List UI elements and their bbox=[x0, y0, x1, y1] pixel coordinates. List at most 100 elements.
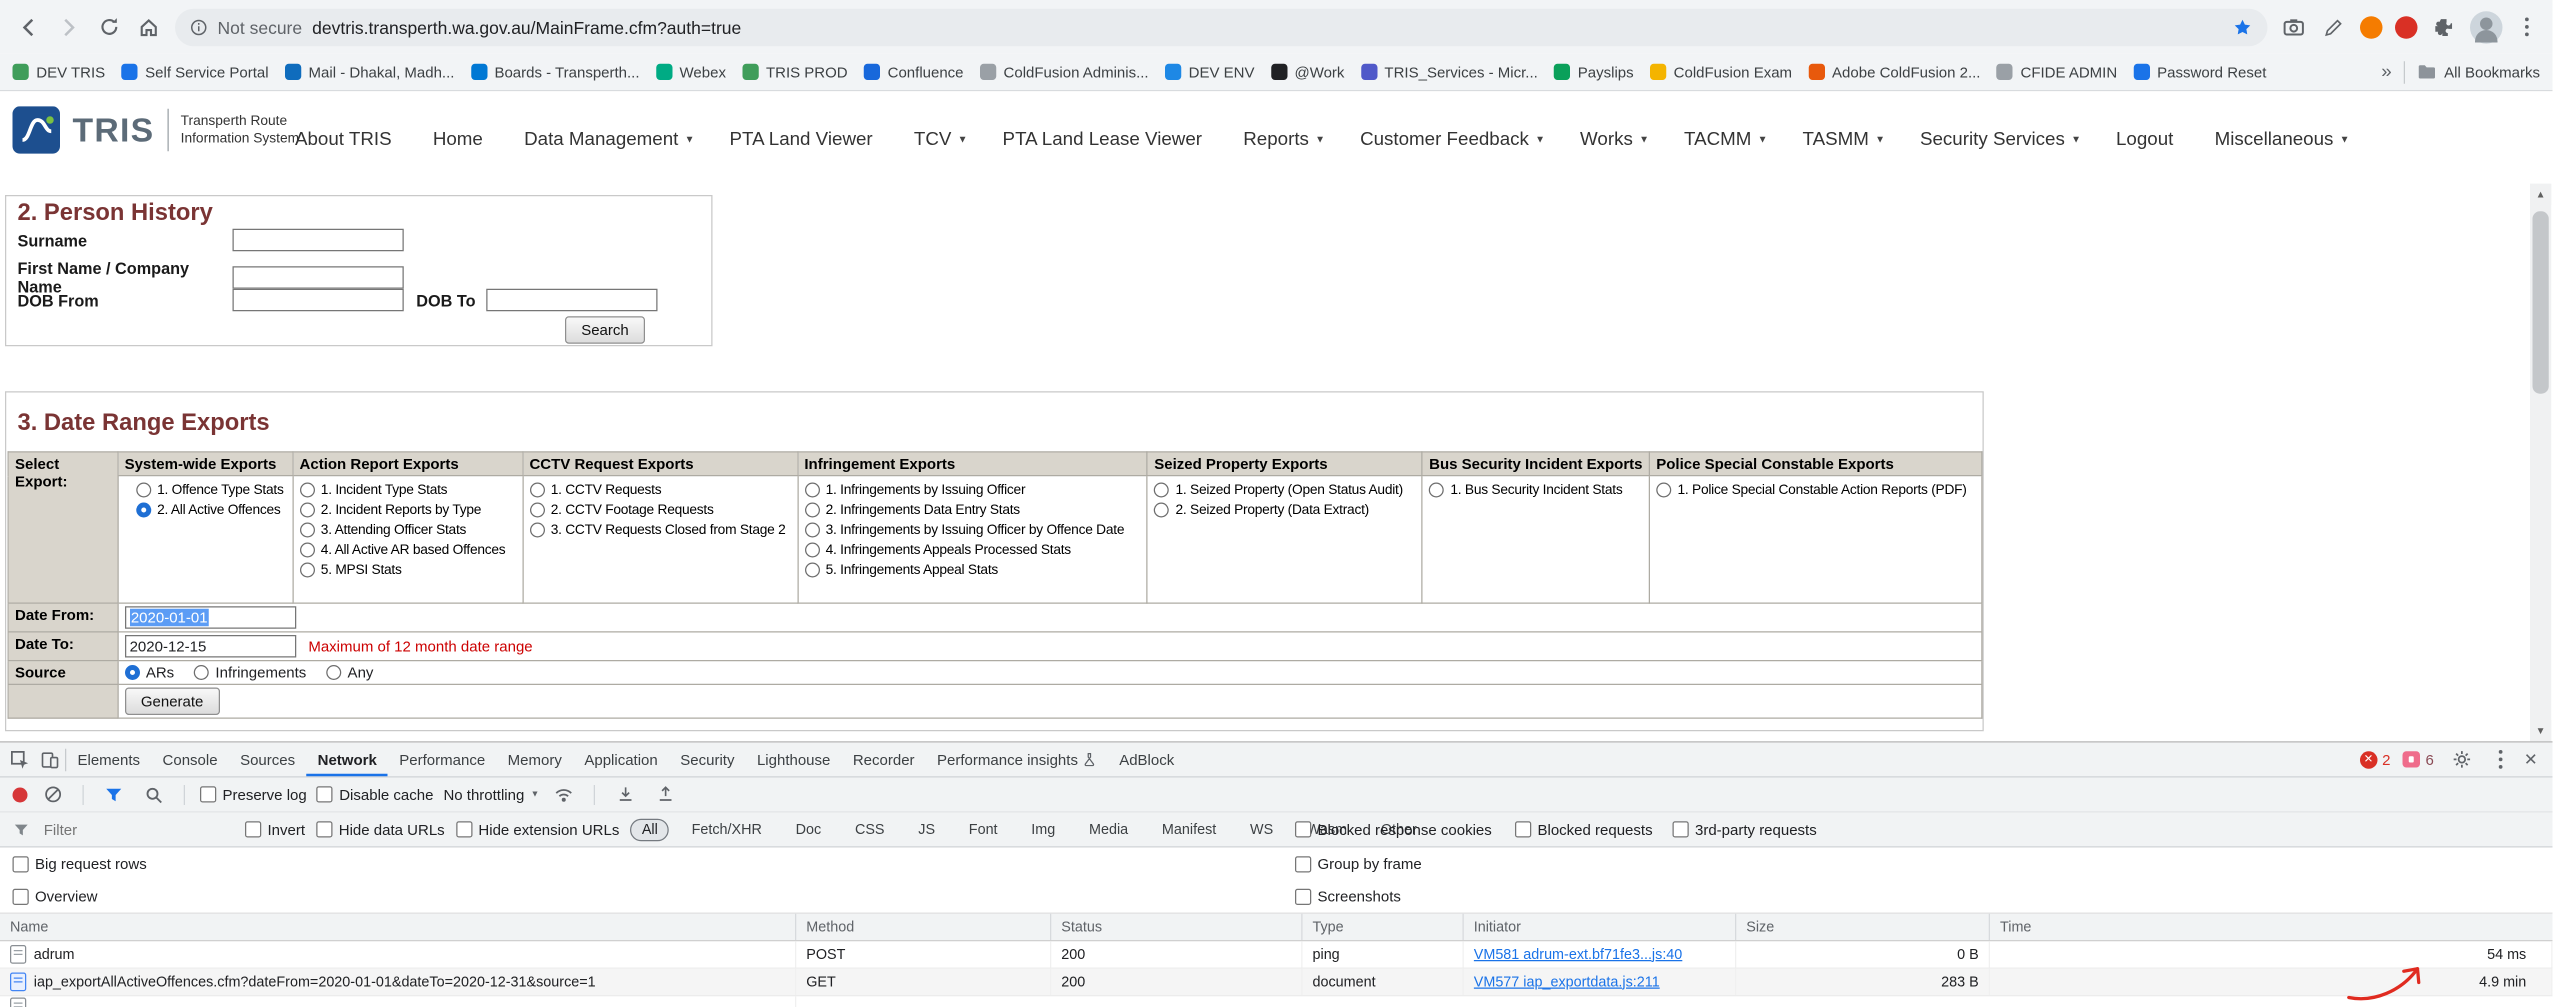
clear-network-log-icon[interactable] bbox=[38, 779, 68, 809]
radio-option[interactable]: 3. Infringements by Issuing Officer by O… bbox=[804, 522, 1140, 538]
nav-tcv[interactable]: TCV ▼ bbox=[914, 129, 968, 150]
tab-performance-insights[interactable]: Performance insights bbox=[926, 743, 1108, 777]
bookmark-item[interactable]: ColdFusion Exam bbox=[1649, 63, 1792, 81]
date-to-input[interactable]: 2020-12-15 bbox=[124, 635, 296, 658]
initiator-link[interactable]: VM581 adrum-ext.bf71fe3...js:40 bbox=[1474, 947, 1683, 962]
record-network-log-button[interactable] bbox=[12, 786, 28, 802]
nav-pta-land-lease-viewer[interactable]: PTA Land Lease Viewer bbox=[1003, 129, 1209, 150]
device-toolbar-icon[interactable] bbox=[35, 744, 65, 774]
col-header-initiator[interactable]: Initiator bbox=[1464, 913, 1737, 940]
console-errors-badge[interactable]: 2 bbox=[2359, 750, 2391, 769]
hide-extension-urls-checkbox[interactable]: Hide extension URLs bbox=[455, 821, 619, 838]
refresh-button[interactable] bbox=[95, 13, 123, 41]
scroll-down-arrow[interactable]: ▼ bbox=[2530, 720, 2552, 742]
back-button[interactable] bbox=[15, 13, 43, 41]
bookmark-item[interactable]: ColdFusion Adminis... bbox=[979, 63, 1149, 81]
tab-console[interactable]: Console bbox=[151, 743, 229, 777]
devtools-settings-gear-icon[interactable] bbox=[2446, 744, 2476, 774]
radio-option[interactable]: 2. All Active Offences bbox=[135, 502, 286, 518]
devtools-menu-kebab-icon[interactable] bbox=[2489, 748, 2512, 771]
nav-reports[interactable]: Reports ▼ bbox=[1243, 129, 1325, 150]
bookmark-item[interactable]: Webex bbox=[655, 63, 726, 81]
bookmark-item[interactable]: Adobe ColdFusion 2... bbox=[1808, 63, 1980, 81]
third-party-requests-checkbox[interactable]: 3rd-party requests bbox=[1672, 821, 1817, 838]
radio-option[interactable]: 1. Police Special Constable Action Repor… bbox=[1656, 482, 1975, 498]
col-header-time[interactable]: Time bbox=[1990, 914, 2553, 940]
dob-from-input[interactable] bbox=[232, 288, 404, 312]
big-request-rows-checkbox[interactable]: Big request rows bbox=[12, 855, 147, 873]
extension-icon-orange[interactable] bbox=[2360, 15, 2383, 39]
bookmark-item[interactable]: Payslips bbox=[1554, 63, 1634, 81]
generate-button[interactable]: Generate bbox=[124, 687, 220, 715]
throttling-dropdown[interactable]: No throttling ▼ bbox=[443, 786, 539, 804]
nav-miscellaneous[interactable]: Miscellaneous ▼ bbox=[2215, 129, 2350, 150]
browser-menu-kebab-icon[interactable] bbox=[2515, 16, 2538, 39]
nav-logout[interactable]: Logout bbox=[2116, 129, 2180, 150]
hide-data-urls-checkbox[interactable]: Hide data URLs bbox=[316, 821, 445, 838]
filter-pill-font[interactable]: Font bbox=[958, 818, 1009, 841]
bookmark-item[interactable]: CFIDE ADMIN bbox=[1996, 63, 2117, 81]
radio-option[interactable]: 1. CCTV Requests bbox=[529, 482, 790, 498]
radio-option[interactable]: 1. Offence Type Stats bbox=[135, 482, 286, 498]
scrollbar-thumb[interactable] bbox=[2532, 211, 2549, 394]
nav-tasmm[interactable]: TASMM ▼ bbox=[1803, 129, 1885, 150]
radio-option[interactable]: 2. Infringements Data Entry Stats bbox=[804, 502, 1140, 518]
issues-badge[interactable]: 6 bbox=[2403, 751, 2434, 768]
radio-option[interactable]: 1. Infringements by Issuing Officer bbox=[804, 482, 1140, 498]
filter-pill-js[interactable]: JS bbox=[907, 818, 946, 841]
nav-data-management[interactable]: Data Management ▼ bbox=[524, 129, 694, 150]
bookmark-star-icon[interactable] bbox=[2233, 17, 2253, 37]
nav-about-tris[interactable]: About TRIS bbox=[295, 129, 398, 150]
screenshots-checkbox[interactable]: Screenshots bbox=[1295, 888, 1401, 905]
tab-memory[interactable]: Memory bbox=[496, 743, 573, 777]
group-by-frame-checkbox[interactable]: Group by frame bbox=[1295, 855, 1422, 873]
nav-pta-land-viewer[interactable]: PTA Land Viewer bbox=[730, 129, 879, 150]
radio-option[interactable]: 3. CCTV Requests Closed from Stage 2 bbox=[529, 522, 790, 538]
col-header-status[interactable]: Status bbox=[1051, 913, 1303, 940]
bookmark-item[interactable]: Self Service Portal bbox=[121, 63, 269, 81]
bookmark-item[interactable]: Password Reset bbox=[2133, 63, 2266, 81]
page-info-icon[interactable] bbox=[190, 18, 208, 36]
radio-option[interactable]: 5. MPSI Stats bbox=[299, 562, 516, 578]
export-har-icon[interactable] bbox=[650, 779, 680, 809]
filter-pill-ws[interactable]: WS bbox=[1239, 818, 1285, 841]
profile-avatar[interactable] bbox=[2470, 10, 2503, 44]
filter-pill-fetch-xhr[interactable]: Fetch/XHR bbox=[680, 818, 773, 841]
extensions-puzzle-icon[interactable] bbox=[2430, 13, 2458, 41]
radio-option[interactable]: 3. Attending Officer Stats bbox=[299, 522, 516, 538]
dob-to-input[interactable] bbox=[486, 288, 659, 312]
tab-elements[interactable]: Elements bbox=[66, 743, 151, 777]
bookmark-item[interactable]: Boards - Transperth... bbox=[470, 63, 640, 81]
devtools-close-icon[interactable] bbox=[2524, 749, 2538, 769]
col-header-name[interactable]: Name bbox=[0, 913, 797, 940]
bookmarks-overflow-chevron[interactable]: » bbox=[2381, 61, 2391, 82]
tab-recorder[interactable]: Recorder bbox=[842, 743, 926, 777]
edit-pencil-icon[interactable] bbox=[2320, 13, 2348, 41]
page-scrollbar[interactable]: ▲ ▼ bbox=[2530, 183, 2552, 742]
date-from-input[interactable]: 2020-01-01 bbox=[124, 606, 296, 629]
preserve-log-checkbox[interactable]: Preserve log bbox=[200, 786, 307, 803]
filter-funnel-icon[interactable] bbox=[99, 779, 129, 809]
tab-performance[interactable]: Performance bbox=[388, 743, 496, 777]
col-header-size[interactable]: Size bbox=[1736, 913, 1990, 940]
radio-option[interactable]: 1. Seized Property (Open Status Audit) bbox=[1154, 482, 1415, 498]
surname-input[interactable] bbox=[232, 228, 404, 252]
nav-tacmm[interactable]: TACMM ▼ bbox=[1684, 129, 1768, 150]
source-radio-ars[interactable]: ARs bbox=[124, 664, 174, 681]
filter-pill-manifest[interactable]: Manifest bbox=[1151, 818, 1228, 841]
forward-button[interactable] bbox=[55, 13, 83, 41]
radio-option[interactable]: 4. Infringements Appeals Processed Stats bbox=[804, 542, 1140, 558]
radio-option[interactable]: 1. Incident Type Stats bbox=[299, 482, 516, 498]
bookmark-item[interactable]: DEV ENV bbox=[1164, 63, 1254, 81]
radio-option[interactable]: 5. Infringements Appeal Stats bbox=[804, 562, 1140, 578]
search-icon[interactable] bbox=[139, 779, 169, 809]
extension-icon-red[interactable] bbox=[2395, 15, 2418, 39]
import-har-icon[interactable] bbox=[610, 779, 640, 809]
bookmark-item[interactable]: TRIS PROD bbox=[742, 63, 848, 81]
network-request-row-partial[interactable] bbox=[0, 996, 2553, 1007]
col-header-type[interactable]: Type bbox=[1303, 913, 1464, 940]
tab-network[interactable]: Network bbox=[306, 743, 389, 777]
invert-checkbox[interactable]: Invert bbox=[245, 821, 305, 838]
filter-pill-css[interactable]: CSS bbox=[844, 818, 896, 841]
overview-checkbox[interactable]: Overview bbox=[12, 888, 98, 905]
